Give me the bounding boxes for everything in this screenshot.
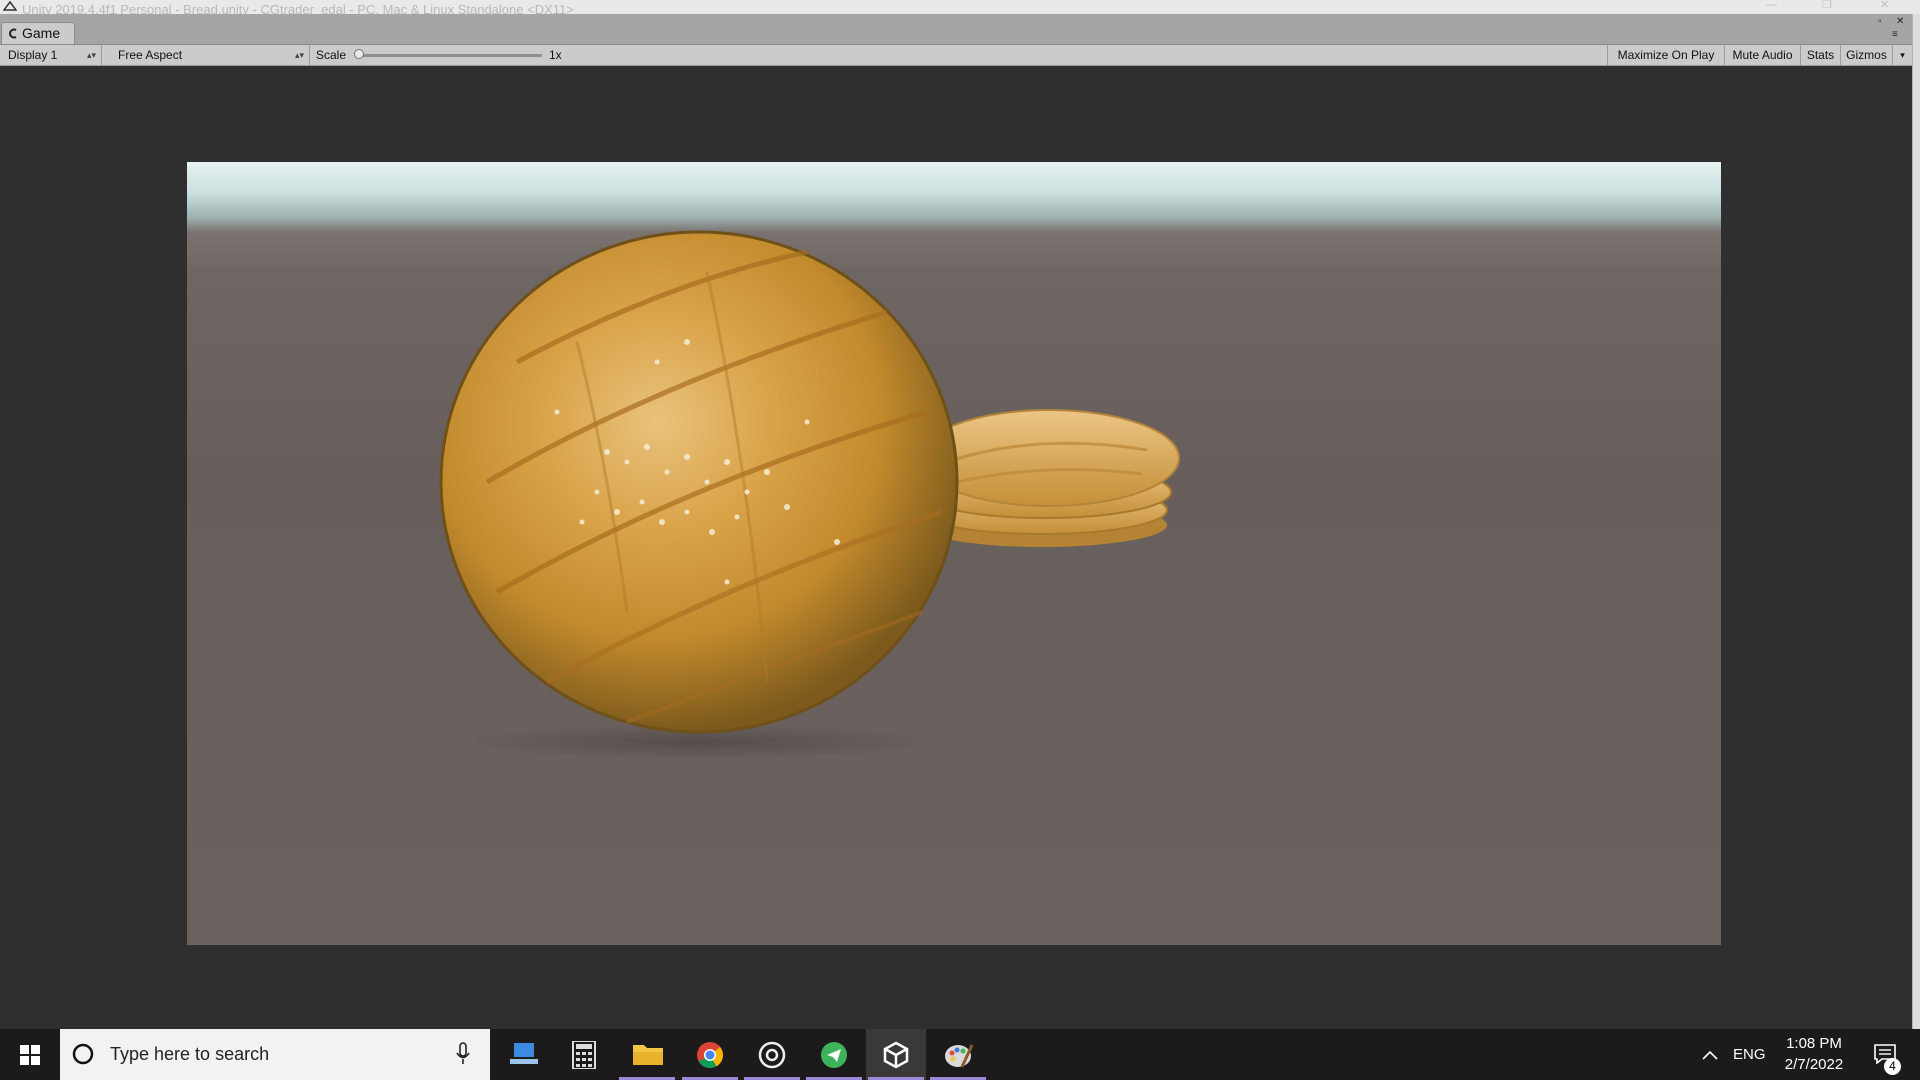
remote-desktop-icon: [510, 1043, 538, 1064]
show-hidden-icons-button[interactable]: [1698, 1029, 1722, 1080]
maximize-on-play-button[interactable]: Maximize On Play: [1607, 45, 1724, 65]
close-icon[interactable]: ✕: [1880, 0, 1889, 11]
mute-audio-label: Mute Audio: [1732, 48, 1793, 62]
cortana-icon: [72, 1043, 94, 1065]
window-right-edge: [1912, 14, 1920, 1029]
gizmos-button[interactable]: Gizmos: [1840, 45, 1892, 65]
tab-game-label: Game: [22, 25, 61, 41]
game-view[interactable]: [0, 66, 1912, 1029]
taskbar-app-remote-desktop[interactable]: [494, 1029, 554, 1080]
scale-slider-thumb[interactable]: [354, 49, 364, 59]
scale-value: 1x: [549, 48, 562, 62]
aspect-dropdown-label: Free Aspect: [118, 48, 183, 62]
file-explorer-icon: [633, 1045, 663, 1065]
scale-label: Scale: [316, 48, 347, 62]
scene-render: [439, 230, 1180, 760]
notification-count-badge: 4: [1884, 1058, 1901, 1075]
aspect-dropdown[interactable]: Free Aspect ▴▾: [110, 45, 310, 65]
pane-menu-icon[interactable]: ≡: [1892, 30, 1898, 40]
paint-icon: [945, 1044, 974, 1068]
taskbar-app-chrome[interactable]: [680, 1029, 740, 1080]
windows-logo-icon: [20, 1045, 40, 1065]
taskbar-app-telegram[interactable]: [804, 1029, 864, 1080]
windows-taskbar: Type here to search ENG 1:08 PM 2/7/2022…: [0, 1029, 1920, 1080]
calculator-icon: [572, 1041, 596, 1069]
gizmos-dropdown-icon[interactable]: ▾: [1892, 45, 1912, 65]
maximize-pane-icon[interactable]: ▫: [1878, 17, 1882, 27]
clock-date: 2/7/2022: [1784, 1056, 1844, 1073]
clock[interactable]: 1:08 PM 2/7/2022: [1766, 1033, 1862, 1075]
display-dropdown-label: Display 1: [8, 48, 58, 62]
round-bread-loaf: [439, 230, 959, 760]
taskbar-search-box[interactable]: Type here to search: [60, 1029, 490, 1080]
display-dropdown[interactable]: Display 1 ▴▾: [0, 45, 102, 65]
unity-logo-icon: [3, 1, 17, 11]
taskbar-app-media-player[interactable]: [742, 1029, 802, 1080]
updown-arrows-icon: ▴▾: [294, 50, 304, 60]
taskbar-app-file-explorer[interactable]: [617, 1029, 677, 1080]
window-title: Unity 2019.4.4f1 Personal - Bread.unity …: [22, 2, 574, 14]
stats-button[interactable]: Stats: [1800, 45, 1840, 65]
search-placeholder: Type here to search: [110, 1044, 270, 1064]
chevron-up-icon: [1702, 1050, 1718, 1060]
tab-strip: Game ▫ ✕ ≡: [0, 14, 1912, 45]
game-viewport[interactable]: [187, 162, 1721, 945]
close-pane-icon[interactable]: ✕: [1896, 17, 1904, 27]
taskbar-app-calculator[interactable]: [555, 1029, 615, 1080]
game-toolbar: Display 1 ▴▾ Free Aspect ▴▾ Scale 1x Max…: [0, 45, 1912, 66]
game-controller-icon: [9, 28, 17, 39]
chrome-icon: [697, 1042, 724, 1069]
media-player-icon: [758, 1041, 786, 1069]
start-button[interactable]: [0, 1029, 60, 1080]
clock-time: 1:08 PM: [1786, 1035, 1842, 1052]
window-titlebar: Unity 2019.4.4f1 Personal - Bread.unity …: [0, 0, 1920, 14]
language-label: ENG: [1733, 1046, 1766, 1063]
unity-icon: [883, 1041, 909, 1069]
telegram-like-icon: [821, 1042, 847, 1068]
updown-arrows-icon: ▴▾: [86, 50, 96, 60]
gizmos-label: Gizmos: [1846, 48, 1887, 62]
restore-icon[interactable]: ❐: [1822, 0, 1832, 11]
stats-label: Stats: [1806, 48, 1835, 62]
maximize-on-play-label: Maximize On Play: [1617, 48, 1715, 62]
taskbar-app-unity[interactable]: [866, 1029, 926, 1080]
mute-audio-button[interactable]: Mute Audio: [1724, 45, 1800, 65]
microphone-icon[interactable]: [456, 1042, 470, 1066]
minimize-icon[interactable]: —: [1766, 0, 1777, 11]
taskbar-app-paint[interactable]: [928, 1029, 988, 1080]
tab-game[interactable]: Game: [1, 22, 75, 44]
scale-slider-track[interactable]: [358, 54, 542, 57]
